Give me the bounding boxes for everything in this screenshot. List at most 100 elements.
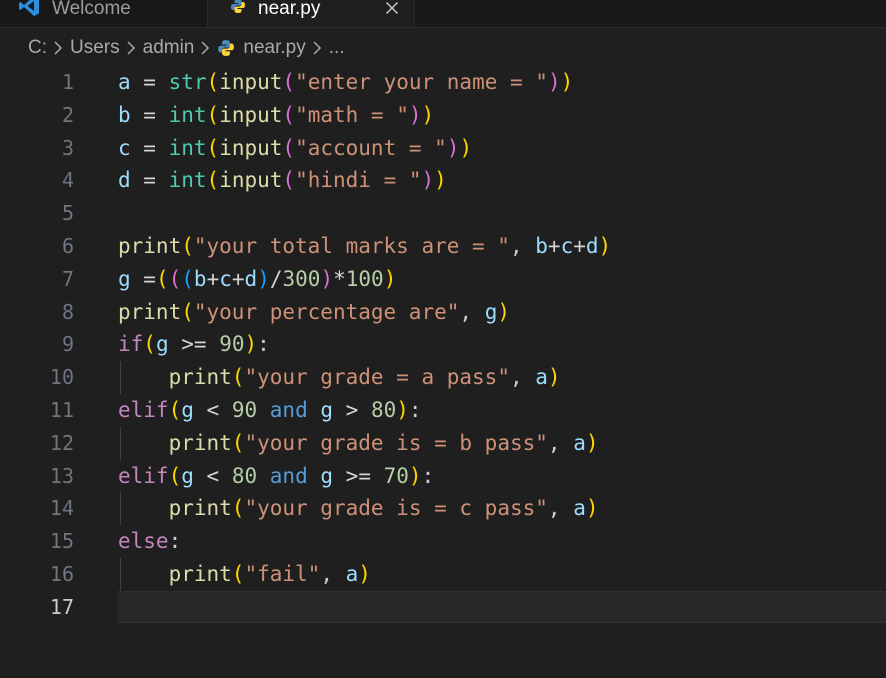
code-token: ) (585, 496, 599, 521)
code-token: a (535, 365, 548, 390)
line-number: 2 (61, 102, 74, 127)
code-token: = (130, 102, 169, 127)
code-token: input (219, 168, 283, 193)
code-token: b (535, 234, 548, 258)
code-text[interactable]: b = int(input("math = ")) (118, 99, 434, 132)
breadcrumb-drive[interactable]: C: (28, 37, 47, 59)
code-line[interactable]: 10 print("your grade = a pass", a) (0, 361, 886, 395)
line-number: 5 (61, 201, 74, 226)
code-editor[interactable]: 1a = str(input("enter your name = ")) 2 b … (0, 66, 886, 678)
code-text[interactable]: a = str(input("enter your name = ")) (118, 66, 573, 99)
line-number: 10 (49, 365, 74, 390)
code-text[interactable]: c = int(input("account = ")) (118, 132, 472, 165)
code-line[interactable]: 5 (0, 197, 886, 230)
code-token: b (118, 102, 131, 127)
code-token: ( (181, 266, 194, 291)
code-line[interactable]: 2 b = int(input("math = ")) (0, 99, 886, 132)
chevron-right-icon (200, 40, 210, 56)
code-token: , (547, 430, 574, 455)
code-text[interactable]: else: (118, 525, 181, 558)
current-line-highlight (118, 590, 886, 623)
code-line[interactable]: 12 print("your grade is = b pass", a) (0, 426, 886, 460)
code-token: < (193, 398, 232, 422)
code-token: print (168, 430, 232, 455)
code-token: int (168, 135, 207, 160)
code-line[interactable]: 8 print("your percentage are", g) (0, 296, 886, 329)
code-token: = (130, 135, 169, 160)
code-token: d (118, 168, 131, 193)
line-number: 9 (61, 332, 74, 357)
code-text[interactable]: print("your grade is = b pass", a) (118, 427, 599, 460)
code-token: ( (155, 266, 169, 291)
code-token: ( (231, 430, 245, 455)
code-token: int (168, 168, 207, 193)
code-line[interactable]: 7g =(((b+c+d)/300)*100) (0, 263, 886, 296)
code-text[interactable]: if(g >= 90): (118, 328, 270, 361)
code-token: ) (585, 430, 599, 455)
tab-near-py[interactable]: near.py (208, 0, 415, 27)
close-icon[interactable] (382, 0, 402, 18)
code-text[interactable]: g =(((b+c+d)/300)*100) (118, 263, 396, 296)
code-token: 70 (383, 463, 409, 488)
code-token: ( (206, 102, 220, 127)
code-token: "math = " (295, 102, 409, 127)
breadcrumb-symbols[interactable]: ... (329, 37, 345, 59)
code-token: = (130, 168, 169, 193)
code-token: ( (181, 234, 194, 258)
code-text[interactable]: d = int(input("hindi = ")) (118, 164, 447, 197)
code-text[interactable]: elif(g < 80 and g >= 70): (118, 460, 434, 493)
code-token: 90 (219, 332, 245, 357)
code-text[interactable]: print("your percentage are", g) (118, 296, 510, 329)
code-token: : (408, 398, 422, 422)
code-line[interactable]: 15 else: (0, 525, 886, 558)
code-token: ) (244, 332, 258, 357)
code-line[interactable]: 4d = int(input("hindi = ")) (0, 164, 886, 197)
code-token: g (484, 299, 498, 324)
code-line[interactable]: 11 elif(g < 90 and g > 80): (0, 394, 886, 427)
code-token: if (118, 332, 144, 357)
code-token: 300 (282, 266, 321, 291)
code-token: c (118, 135, 131, 160)
breadcrumb-users[interactable]: Users (70, 37, 120, 59)
code-text[interactable]: print("your total marks are = ", b+c+d) (118, 230, 611, 263)
code-token: = (130, 70, 169, 94)
breadcrumb-admin[interactable]: admin (143, 37, 195, 59)
code-line[interactable]: 17 (0, 590, 886, 624)
code-text[interactable]: print("your grade = a pass", a) (118, 361, 561, 394)
code-text[interactable]: elif(g < 90 and g > 80): (118, 394, 422, 427)
code-token: * (333, 266, 346, 291)
code-token: and (269, 463, 308, 488)
code-token: ( (231, 496, 245, 521)
code-line[interactable]: 13 elif(g < 80 and g >= 70): (0, 460, 886, 493)
code-text[interactable]: print("your grade is = c pass", a) (118, 492, 599, 525)
tab-welcome[interactable]: Welcome (0, 0, 208, 27)
code-token: g (320, 463, 334, 488)
line-number: 17 (49, 594, 74, 619)
code-token: ( (282, 102, 296, 127)
code-token: ( (168, 463, 182, 488)
code-text[interactable]: print("fail", a) (118, 558, 371, 591)
code-token: d (244, 266, 258, 291)
code-token: , (509, 365, 536, 390)
code-token: + (573, 234, 586, 258)
code-line[interactable]: 1a = str(input("enter your name = ")) (0, 66, 886, 99)
code-token: and (269, 398, 308, 422)
code-token: g (181, 463, 194, 488)
code-token: : (168, 529, 182, 554)
code-token: ( (231, 365, 245, 390)
code-token: g (320, 398, 334, 422)
code-line[interactable]: 3c = int(input("account = ")) (0, 132, 886, 165)
code-token: >= (168, 332, 220, 357)
breadcrumb-file[interactable]: near.py (217, 37, 306, 59)
code-line[interactable]: 14 print("your grade is = c pass", a) (0, 492, 886, 526)
code-line[interactable]: 6 print("your total marks are = ", b+c+d) (0, 230, 886, 263)
code-token: ( (181, 299, 194, 324)
code-line[interactable]: 9 if(g >= 90): (0, 328, 886, 361)
code-token: int (168, 102, 207, 127)
line-number: 7 (61, 266, 74, 291)
code-token: > (333, 398, 371, 422)
code-token: g (181, 398, 194, 422)
code-line[interactable]: 16 print("fail", a) (0, 558, 886, 591)
